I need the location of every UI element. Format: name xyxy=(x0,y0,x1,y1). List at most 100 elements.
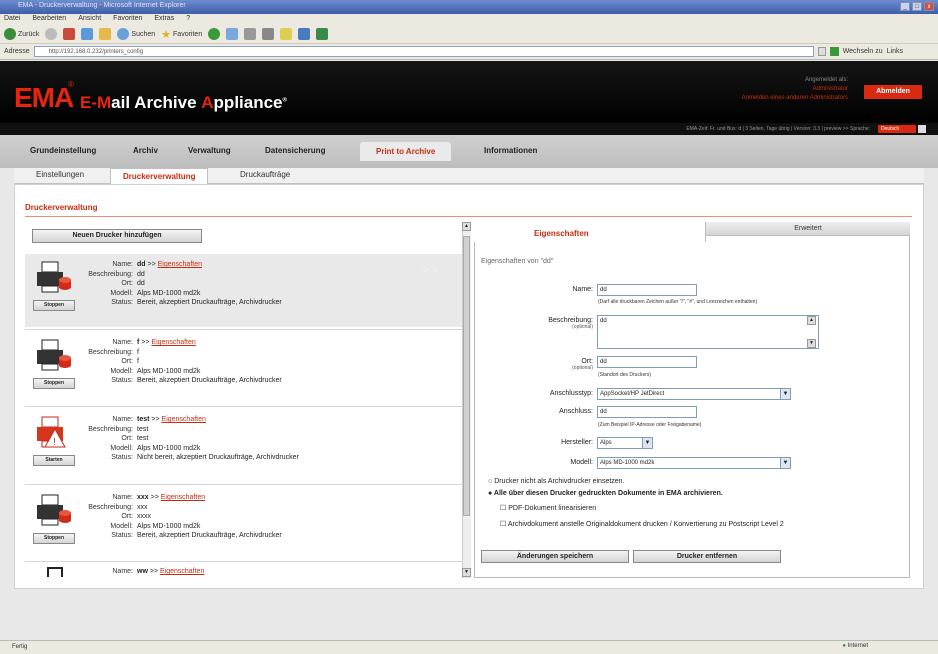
save-changes-button[interactable]: Änderungen speichern xyxy=(481,550,629,563)
scrollbar-thumb[interactable] xyxy=(463,236,470,516)
product-name-part: ® xyxy=(282,97,287,104)
printer-description: dd xyxy=(137,270,145,278)
minimize-icon[interactable]: _ xyxy=(900,2,910,11)
printer-location: dd xyxy=(137,280,145,287)
model-select[interactable]: Alps MD-1000 md2k ▼ xyxy=(597,457,791,469)
stop-icon[interactable] xyxy=(63,28,76,40)
subtab-einstellungen[interactable]: Einstellungen xyxy=(36,170,84,179)
messenger-icon[interactable] xyxy=(298,28,311,40)
history-icon[interactable] xyxy=(226,28,239,40)
menu-tools[interactable]: Extras xyxy=(154,15,174,24)
textarea-scroll-down-icon[interactable]: ▼ xyxy=(807,339,816,348)
printer-location: test xyxy=(137,435,149,442)
add-printer-button[interactable]: Neuen Drucker hinzufügen xyxy=(32,229,202,243)
connection-type-select[interactable]: AppSocket/HP JetDirect ▼ xyxy=(597,388,791,400)
logout-button[interactable]: Abmelden xyxy=(864,85,922,99)
printer-list-item[interactable]: Stoppen Name: xxx >> Eigenschaften Beschr… xyxy=(25,487,462,560)
links-button[interactable]: Links xyxy=(887,48,903,55)
tab-eigenschaften[interactable]: Eigenschaften xyxy=(474,222,706,242)
checkbox-print-archive-doc[interactable]: ☐ Archivdokument anstelle Originaldokume… xyxy=(500,520,790,529)
properties-link[interactable]: Eigenschaften xyxy=(162,416,206,423)
search-button[interactable]: Suchen xyxy=(117,28,155,40)
printer-list-item[interactable]: Stoppen Name: dd >> Eigenschaften Beschre… xyxy=(25,254,462,327)
globe-icon: ● xyxy=(842,643,846,649)
dropdown-arrow-icon: ▼ xyxy=(780,458,790,468)
properties-link[interactable]: Eigenschaften xyxy=(161,494,205,501)
tab-grundeinstellung[interactable]: Grundeinstellung xyxy=(30,146,96,155)
subtab-druckerverwaltung[interactable]: Druckerverwaltung xyxy=(110,168,209,184)
menu-view[interactable]: Ansicht xyxy=(78,15,101,24)
printer-location: xxxx xyxy=(137,513,151,520)
printer-stop-button[interactable]: Stoppen xyxy=(33,378,75,389)
printer-start-button[interactable]: Starten xyxy=(33,455,75,466)
printer-icon xyxy=(37,339,71,371)
radio-archive-all[interactable]: ● Alle über diesen Drucker gedruckten Do… xyxy=(488,490,723,497)
back-button[interactable]: Zurück xyxy=(4,28,39,40)
subtab-druckauftraege[interactable]: Druckaufträge xyxy=(240,170,290,179)
tab-erweitert[interactable]: Erweitert xyxy=(706,222,910,236)
printer-stop-button[interactable]: Stoppen xyxy=(33,300,75,311)
print-icon[interactable] xyxy=(262,28,275,40)
tab-verwaltung[interactable]: Verwaltung xyxy=(188,146,231,155)
home-icon[interactable] xyxy=(99,28,112,40)
divider xyxy=(25,484,462,485)
model-field-label: Modell: xyxy=(570,459,593,466)
address-input[interactable]: http://192.168.0.232/printers_config xyxy=(33,46,814,57)
menu-help[interactable]: ? xyxy=(186,15,190,24)
connection-type-label: Anschlusstyp: xyxy=(549,390,593,397)
remove-printer-button[interactable]: Drucker entfernen xyxy=(633,550,781,563)
maximize-icon[interactable]: □ xyxy=(912,2,922,11)
manufacturer-select[interactable]: Alps ▼ xyxy=(597,437,653,449)
forward-arrow-icon[interactable] xyxy=(45,28,58,40)
name-input[interactable]: dd xyxy=(597,284,697,296)
language-select[interactable]: Deutsch xyxy=(878,125,916,133)
menu-edit[interactable]: Bearbeiten xyxy=(32,15,66,24)
search-icon xyxy=(117,28,130,40)
printer-name: dd xyxy=(137,261,146,268)
printer-list-item[interactable]: ! Starten Name: test >> Eigenschaften Bes… xyxy=(25,409,462,482)
properties-link[interactable]: Eigenschaften xyxy=(160,568,204,575)
properties-link[interactable]: Eigenschaften xyxy=(151,339,195,346)
radio-not-archive[interactable]: ○ Drucker nicht als Archivdrucker einset… xyxy=(488,478,625,485)
menu-file[interactable]: Datei xyxy=(4,15,20,24)
mail-icon[interactable] xyxy=(244,28,257,40)
language-go-icon[interactable] xyxy=(918,125,926,133)
research-icon[interactable] xyxy=(316,28,329,40)
printer-info: Name: dd >> Eigenschaften Beschreibung: dd… xyxy=(85,260,282,308)
radio-not-archive-label: Drucker nicht als Archivdrucker einsetze… xyxy=(494,478,625,485)
scroll-up-icon[interactable]: ▲ xyxy=(462,222,471,231)
user-link[interactable]: Administrator xyxy=(742,85,848,94)
edit-icon[interactable] xyxy=(280,28,293,40)
textarea-scroll-up-icon[interactable]: ▲ xyxy=(807,316,816,325)
tab-print-to-archive[interactable]: Print to Archive xyxy=(360,142,452,161)
go-arrow-icon[interactable] xyxy=(829,47,839,56)
connection-input[interactable]: dd xyxy=(597,406,697,418)
address-dropdown-icon[interactable] xyxy=(817,47,826,56)
connection-hint: (Zum Beispiel IP-Adresse oder Freigabena… xyxy=(598,422,702,428)
media-icon[interactable] xyxy=(208,28,221,40)
tab-datensicherung[interactable]: Datensicherung xyxy=(265,146,325,155)
menu-favorites[interactable]: Favoriten xyxy=(113,15,142,24)
checkbox-linearize-pdf[interactable]: ☐ PDF-Dokument linearisieren xyxy=(500,504,596,512)
status-label: Status: xyxy=(111,299,133,306)
go-button[interactable]: Wechseln zu xyxy=(843,48,883,55)
tab-informationen[interactable]: Informationen xyxy=(484,146,537,155)
favorites-button[interactable]: ★ Favoriten xyxy=(161,28,202,41)
printer-list-item[interactable]: Stoppen Name: f >> Eigenschaften Beschrei… xyxy=(25,332,462,405)
printer-name: test xyxy=(137,416,150,423)
tab-archiv[interactable]: Archiv xyxy=(133,146,158,155)
location-label: Ort: xyxy=(121,358,133,365)
scroll-down-icon[interactable]: ▼ xyxy=(462,568,471,577)
system-info: EMA-Zeit: Fr. und Bus: d | 3 Seiten, Tag… xyxy=(0,123,938,135)
switch-admin-link[interactable]: Anmelden eines anderen Administrators xyxy=(742,94,848,103)
status-label: Status: xyxy=(111,532,133,539)
description-textarea[interactable]: dd xyxy=(597,315,819,349)
close-icon[interactable]: x xyxy=(924,2,934,11)
location-input[interactable]: dd xyxy=(597,356,697,368)
properties-link[interactable]: Eigenschaften xyxy=(158,261,202,268)
printer-status: Bereit, akzeptiert Druckaufträge, Archiv… xyxy=(137,299,282,306)
divider xyxy=(25,406,462,407)
name-label: Name: xyxy=(112,339,133,346)
refresh-icon[interactable] xyxy=(81,28,94,40)
printer-stop-button[interactable]: Stoppen xyxy=(33,533,75,544)
